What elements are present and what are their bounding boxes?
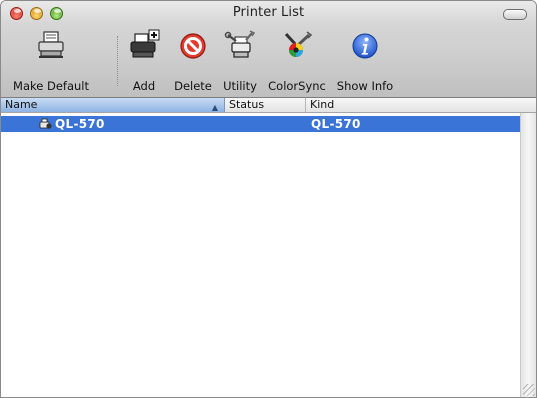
window-chrome: Printer List Make Default Add Delete Uti… xyxy=(1,1,536,98)
printer-row-icon xyxy=(39,118,52,129)
show-info-button[interactable]: Show Info xyxy=(334,29,396,95)
column-header-status-label: Status xyxy=(229,98,265,111)
table-row[interactable]: QL-570 QL-570 xyxy=(1,116,536,132)
colorsync-label: ColorSync xyxy=(268,79,326,93)
info-icon xyxy=(352,33,378,59)
colorsync-button[interactable]: ColorSync xyxy=(266,29,328,95)
printer-list-window: Printer List Make Default Add Delete Uti… xyxy=(0,0,537,398)
show-info-label: Show Info xyxy=(336,79,394,93)
table-header: Name ▲ Status Kind xyxy=(1,98,536,113)
window-title: Printer List xyxy=(232,5,305,20)
delete-icon xyxy=(180,33,206,59)
column-header-name-label: Name xyxy=(5,98,38,111)
printer-icon xyxy=(38,31,64,58)
column-header-status[interactable]: Status xyxy=(225,98,306,112)
add-label: Add xyxy=(132,79,156,93)
delete-button[interactable]: Delete xyxy=(171,29,215,95)
colorsync-icon xyxy=(284,31,313,57)
utility-icon xyxy=(224,30,256,58)
column-header-name[interactable]: Name ▲ xyxy=(1,98,225,112)
add-button[interactable]: Add xyxy=(127,29,161,95)
make-default-label: Make Default xyxy=(13,79,89,93)
make-default-button[interactable]: Make Default xyxy=(9,29,93,95)
toolbar-toggle-button[interactable] xyxy=(503,9,527,20)
row-name: QL-570 xyxy=(55,117,105,131)
toolbar-separator xyxy=(117,36,119,86)
utility-button[interactable]: Utility xyxy=(219,29,261,95)
vertical-scrollbar[interactable] xyxy=(520,113,536,397)
column-header-kind[interactable]: Kind xyxy=(306,98,536,112)
utility-label: Utility xyxy=(223,79,257,93)
printer-list: QL-570 QL-570 xyxy=(1,113,536,397)
row-kind: QL-570 xyxy=(311,117,361,131)
add-printer-icon xyxy=(130,29,160,58)
resize-grip-icon[interactable] xyxy=(523,384,535,396)
column-header-kind-label: Kind xyxy=(310,98,335,111)
delete-label: Delete xyxy=(174,79,212,93)
